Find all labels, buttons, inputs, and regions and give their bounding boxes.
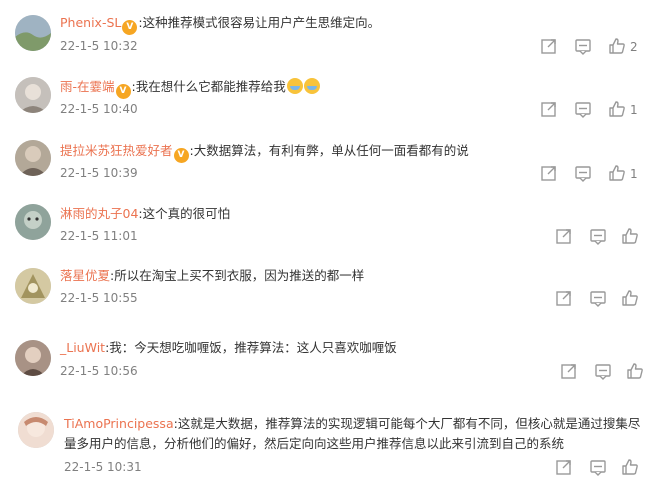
comment-text: TiAmoPrincipessa:这就是大数据，推荐算法的实现逻辑可能每个大厂都…: [64, 414, 640, 433]
timestamp: 22-1-5 10:32: [60, 39, 138, 53]
username-link[interactable]: TiAmoPrincipessa: [64, 416, 174, 431]
like-count: 2: [630, 40, 638, 54]
avatar[interactable]: [15, 77, 51, 113]
thumbs-up-icon[interactable]: [621, 458, 641, 476]
avatar[interactable]: [15, 140, 51, 176]
comment-icon[interactable]: [589, 458, 609, 476]
username-link[interactable]: 淋雨的丸子04: [60, 206, 138, 221]
avatar[interactable]: [15, 15, 51, 51]
share-icon[interactable]: [555, 289, 575, 307]
verified-badge-icon: V: [115, 84, 131, 99]
share-icon[interactable]: [540, 37, 560, 55]
comment-item: 淋雨的丸子04:这个真的很可怕 22-1-5 11:01: [0, 194, 650, 256]
comment-icon[interactable]: [574, 164, 594, 182]
comment-text: _LiuWit:我：今天想吃咖喱饭，推荐算法：这人只喜欢咖喱饭: [60, 338, 397, 357]
share-icon[interactable]: [540, 164, 560, 182]
comment-text: 落星优夏:所以在淘宝上买不到衣服，因为推送的都一样: [60, 266, 364, 285]
comment-icon[interactable]: [594, 362, 614, 380]
username-link[interactable]: Phenix-SL: [60, 15, 121, 30]
share-icon[interactable]: [540, 100, 560, 118]
like-count: 1: [630, 167, 638, 181]
timestamp: 22-1-5 10:40: [60, 102, 138, 116]
share-icon[interactable]: [555, 227, 575, 245]
comment-text: Phenix-SL V:这种推荐模式很容易让用户产生思维定向。: [60, 13, 380, 35]
verified-badge-icon: V: [122, 20, 138, 35]
username-link[interactable]: 提拉米苏狂热爱好者: [60, 143, 173, 158]
like-count: 1: [630, 103, 638, 117]
crying-laughing-emoji-icon: [303, 78, 320, 94]
verified-badge-icon: V: [173, 148, 189, 163]
comment-text: 提拉米苏狂热爱好者 V:大数据算法，有利有弊，单从任何一面看都有的说: [60, 141, 469, 163]
thumbs-up-icon[interactable]: [626, 362, 646, 380]
comment-body: :这种推荐模式很容易让用户产生思维定向。: [138, 15, 381, 30]
comment-text: 淋雨的丸子04:这个真的很可怕: [60, 204, 230, 223]
comment-text-continued: 量多用户的信息，分析他们的偏好，然后定向向这些用户推荐信息以此来引流到自己的系统: [64, 436, 565, 451]
timestamp: 22-1-5 10:39: [60, 166, 138, 180]
comment-body: :大数据算法，有利有弊，单从任何一面看都有的说: [189, 143, 469, 158]
thumbs-up-icon[interactable]: [608, 100, 628, 118]
comment-body: :这个真的很可怕: [138, 206, 231, 221]
comment-text: 雨-在霎端 V:我在想什么它都能推荐给我: [60, 77, 320, 99]
comment-body: :这就是大数据，推荐算法的实现逻辑可能每个大厂都有不同，但核心就是通过搜集尽: [173, 416, 641, 431]
comment-item: 落星优夏:所以在淘宝上买不到衣服，因为推送的都一样 22-1-5 10:55: [0, 256, 650, 324]
username-link[interactable]: 落星优夏: [60, 268, 110, 283]
timestamp: 22-1-5 10:56: [60, 364, 138, 378]
comment-item: 提拉米苏狂热爱好者 V:大数据算法，有利有弊，单从任何一面看都有的说 22-1-5…: [0, 130, 650, 194]
comment-item: _LiuWit:我：今天想吃咖喱饭，推荐算法：这人只喜欢咖喱饭 22-1-5 1…: [0, 324, 650, 400]
username-link[interactable]: _LiuWit: [60, 340, 105, 355]
share-icon[interactable]: [555, 458, 575, 476]
thumbs-up-icon[interactable]: [608, 164, 628, 182]
thumbs-up-icon[interactable]: [621, 227, 641, 245]
timestamp: 22-1-5 11:01: [60, 229, 138, 243]
avatar[interactable]: [18, 412, 54, 448]
comment-icon[interactable]: [589, 227, 609, 245]
timestamp: 22-1-5 10:31: [64, 460, 142, 474]
share-icon[interactable]: [560, 362, 580, 380]
comment-icon[interactable]: [574, 100, 594, 118]
thumbs-up-icon[interactable]: [608, 37, 628, 55]
username-link[interactable]: 雨-在霎端: [60, 79, 115, 94]
avatar[interactable]: [15, 268, 51, 304]
comment-body: :我：今天想吃咖喱饭，推荐算法：这人只喜欢咖喱饭: [105, 340, 397, 355]
comment-body: :我在想什么它都能推荐给我: [131, 79, 286, 94]
comment-item: TiAmoPrincipessa:这就是大数据，推荐算法的实现逻辑可能每个大厂都…: [0, 400, 650, 496]
comment-item: 雨-在霎端 V:我在想什么它都能推荐给我 22-1-5 10:40 1: [0, 66, 650, 130]
comment-icon[interactable]: [589, 289, 609, 307]
comment-icon[interactable]: [574, 37, 594, 55]
comment-body: :所以在淘宝上买不到衣服，因为推送的都一样: [110, 268, 365, 283]
comment-item: Phenix-SL V:这种推荐模式很容易让用户产生思维定向。 22-1-5 10…: [0, 0, 650, 66]
thumbs-up-icon[interactable]: [621, 289, 641, 307]
avatar[interactable]: [15, 204, 51, 240]
avatar[interactable]: [15, 340, 51, 376]
crying-laughing-emoji-icon: [286, 78, 303, 94]
timestamp: 22-1-5 10:55: [60, 291, 138, 305]
